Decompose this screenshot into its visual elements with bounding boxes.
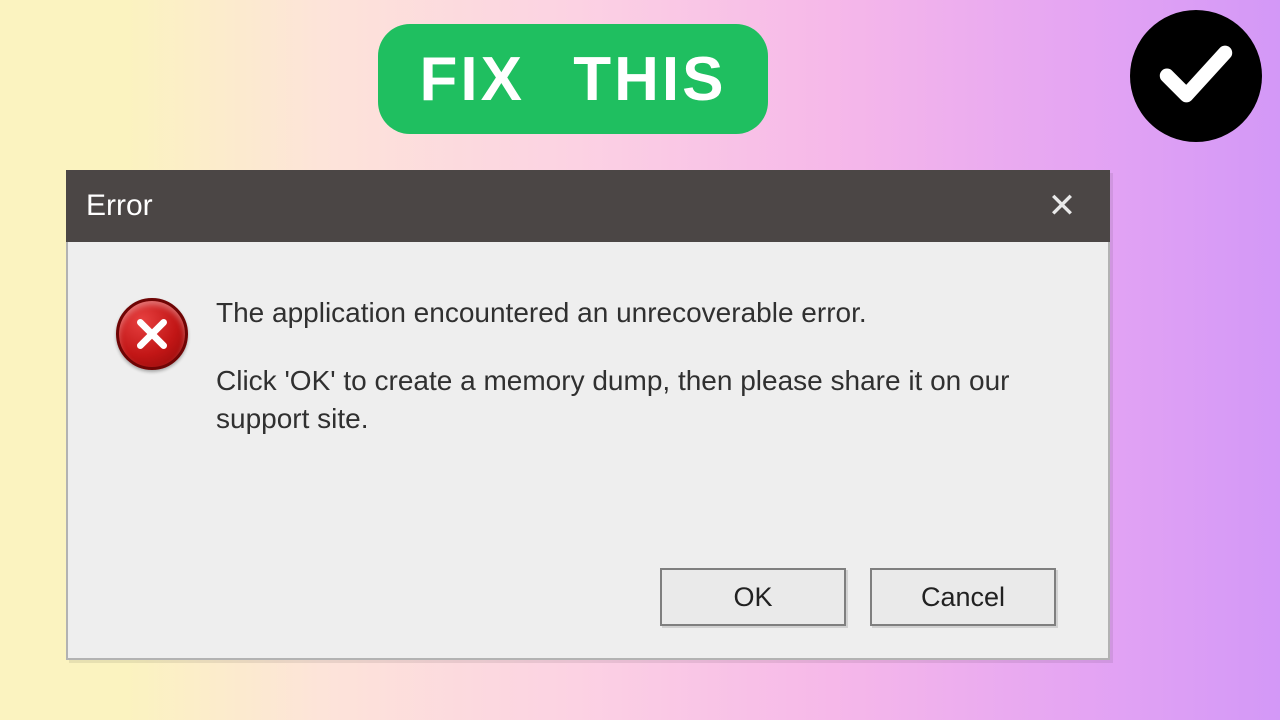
dialog-body: The application encountered an unrecover… [66, 242, 1110, 660]
fix-this-badge: FIX THIS [378, 24, 768, 134]
error-dialog: Error ✕ The application encountered an u… [66, 170, 1110, 660]
fix-this-label: FIX THIS [420, 44, 727, 115]
message-row: The application encountered an unrecover… [116, 294, 1060, 568]
dialog-button-row: OK Cancel [116, 568, 1060, 634]
dialog-title: Error [86, 189, 153, 223]
ok-button[interactable]: OK [660, 568, 846, 626]
message-line-2: Click 'OK' to create a memory dump, then… [216, 362, 1036, 438]
checkmark-badge [1130, 10, 1262, 142]
dialog-titlebar[interactable]: Error ✕ [66, 170, 1110, 242]
close-button[interactable]: ✕ [1040, 184, 1084, 228]
error-icon [116, 298, 188, 370]
checkmark-icon [1155, 33, 1237, 120]
cancel-button-label: Cancel [921, 582, 1005, 613]
cancel-button[interactable]: Cancel [870, 568, 1056, 626]
message-line-1: The application encountered an unrecover… [216, 294, 1036, 332]
ok-button-label: OK [733, 582, 772, 613]
close-icon: ✕ [1048, 186, 1077, 226]
dialog-message: The application encountered an unrecover… [216, 294, 1036, 437]
